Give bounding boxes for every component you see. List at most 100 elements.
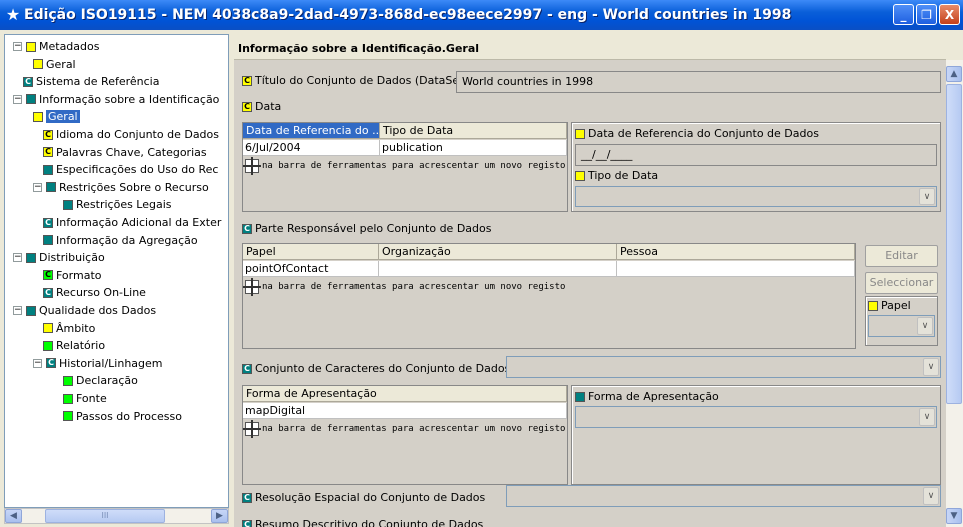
teal-node-icon (63, 199, 73, 210)
table-cell[interactable]: publication (380, 140, 567, 156)
tree-item-label: Informação sobre a Identificação (39, 92, 220, 106)
hint-text: na barra de ferramentas para acrescentar… (262, 424, 566, 434)
teal-node-icon (46, 182, 56, 193)
vertical-scroll-thumb[interactable] (946, 84, 962, 404)
scroll-up-icon[interactable]: ▲ (946, 66, 962, 82)
caracteres-label: Conjunto de Caracteres do Conjunto de Da… (255, 362, 511, 375)
table-cell[interactable]: pointOfContact (243, 261, 379, 277)
scroll-down-icon[interactable]: ▼ (946, 508, 962, 524)
tree-item[interactable]: − Distribuição (13, 249, 105, 266)
teal-node-icon (26, 94, 36, 105)
tipo-data-select[interactable]: ∨ (575, 186, 937, 207)
papel-label-row: Papel (868, 299, 911, 312)
data-ref-field[interactable]: __/__/____ (575, 144, 937, 166)
minimize-button[interactable]: _ (893, 4, 914, 25)
table-cell[interactable]: mapDigital (243, 403, 567, 419)
parte-table[interactable]: Papel Organização Pessoa pointOfContact … (242, 243, 856, 349)
window-title: Edição ISO19115 - NEM 4038c8a9-2dad-4973… (24, 7, 792, 23)
tree-item[interactable]: Âmbito (43, 320, 95, 337)
col-forma[interactable]: Forma de Apresentação (243, 386, 567, 402)
c-icon: C (242, 75, 252, 86)
collapse-icon[interactable]: − (33, 182, 42, 192)
tree-item-label: Informação Adicional da Exter (56, 216, 222, 229)
scroll-thumb[interactable]: III (45, 509, 165, 523)
teal-c-node-icon: C (46, 358, 56, 369)
tree-item[interactable]: C Informação Adicional da Exter (43, 214, 221, 231)
tree-item-label: Historial/Linhagem (59, 356, 163, 370)
vertical-scrollbar[interactable]: ▲ ▼ (946, 60, 963, 527)
tree-item[interactable]: C Sistema de Referência (23, 73, 159, 90)
collapse-icon[interactable]: − (13, 306, 22, 315)
resolucao-select[interactable]: ∨ (506, 485, 941, 507)
form-content: C Título do Conjunto de Dados (DataSet) … (234, 60, 946, 527)
add-record-hint: na barra de ferramentas para acrescentar… (243, 278, 565, 296)
forma-select[interactable]: ∨ (575, 406, 937, 428)
tree-item-label: Formato (56, 268, 102, 282)
tree-item[interactable]: − Informação sobre a Identificação (13, 91, 219, 108)
tree-item[interactable]: Fonte (63, 390, 107, 407)
tree-item[interactable]: − C Historial/Linhagem (33, 355, 163, 372)
collapse-icon[interactable]: − (13, 42, 22, 51)
caracteres-select[interactable]: ∨ (506, 356, 941, 378)
tree-item[interactable]: C Recurso On-Line (43, 284, 146, 301)
tree-item[interactable]: Relatório (43, 337, 105, 354)
chevron-down-icon[interactable]: ∨ (923, 358, 939, 376)
collapse-icon[interactable]: − (13, 253, 22, 263)
collapse-icon[interactable]: − (13, 94, 22, 104)
data-table[interactable]: Data de Referencia do ... Tipo de Data 6… (242, 122, 568, 212)
tree-item[interactable]: Declaração (63, 372, 138, 389)
caracteres-label-row: C Conjunto de Caracteres do Conjunto de … (242, 362, 510, 375)
tree-item[interactable]: C Idioma do Conjunto de Dados (43, 126, 219, 143)
tree-item[interactable]: C Formato (43, 267, 102, 284)
table-cell[interactable]: 6/Jul/2004 (243, 140, 380, 156)
forma-label-row: Forma de Apresentação (575, 390, 719, 403)
tree-item-label: Especificações do Uso do Rec (56, 163, 219, 177)
table-cell[interactable] (617, 261, 855, 277)
tree-item[interactable]: − Metadados (13, 38, 99, 55)
tree-item[interactable]: − Qualidade dos Dados (13, 302, 156, 319)
data-ref-group: Data de Referencia do Conjunto de Dados … (571, 122, 941, 212)
chevron-down-icon[interactable]: ∨ (919, 188, 935, 205)
tree-item[interactable]: Passos do Processo (63, 408, 182, 425)
tree-item[interactable]: − Restrições Sobre o Recurso (33, 179, 209, 196)
chevron-down-icon[interactable]: ∨ (917, 317, 933, 335)
forma-table[interactable]: Forma de Apresentação mapDigital na barr… (242, 385, 568, 485)
chevron-down-icon[interactable]: ∨ (919, 408, 935, 426)
tree-item-label: Relatório (56, 339, 106, 353)
metadata-tree[interactable]: − Metadados Geral C Sistema de Referência − In… (4, 34, 229, 508)
resolucao-label: Resolução Espacial do Conjunto de Dados (255, 491, 486, 504)
titulo-field[interactable]: World countries in 1998 (456, 71, 941, 93)
panel-header: Informação sobre a Identificação.Geral (234, 36, 946, 60)
scroll-right-icon[interactable]: ▶ (211, 509, 228, 523)
close-button[interactable]: X (939, 4, 960, 25)
scroll-left-icon[interactable]: ◀ (5, 509, 22, 523)
tree-item[interactable]: C Palavras Chave, Categorias (43, 144, 207, 161)
tree-item[interactable]: Geral (33, 108, 80, 125)
col-papel[interactable]: Papel (243, 244, 379, 260)
seleccionar-button[interactable]: Seleccionar (865, 272, 938, 294)
tree-item[interactable]: Geral (33, 56, 76, 73)
col-pessoa[interactable]: Pessoa (617, 244, 855, 260)
papel-label: Papel (881, 299, 911, 312)
teal-c-node-icon: C (23, 76, 33, 87)
col-data-referencia[interactable]: Data de Referencia do ... (243, 123, 380, 139)
tree-item-label: Qualidade dos Dados (39, 304, 157, 317)
papel-select[interactable]: ∨ (868, 315, 935, 337)
table-cell[interactable] (379, 261, 617, 277)
tree-item[interactable]: Especificações do Uso do Rec (43, 161, 218, 178)
col-organizacao[interactable]: Organização (379, 244, 617, 260)
hint-text: na barra de ferramentas para acrescentar… (262, 161, 566, 171)
tree-item[interactable]: Restrições Legais (63, 196, 172, 213)
editar-button[interactable]: Editar (865, 245, 938, 267)
restore-button[interactable]: ❐ (916, 4, 937, 25)
teal-c-node-icon: C (43, 217, 53, 228)
tree-item-label: Âmbito (56, 321, 96, 335)
tree-horizontal-scrollbar[interactable]: ◀ III ▶ (4, 508, 229, 524)
col-tipo-data[interactable]: Tipo de Data (380, 123, 567, 139)
collapse-icon[interactable]: − (33, 358, 42, 368)
tipo-data-label-row: Tipo de Data (575, 169, 658, 182)
yellow-square-icon (575, 170, 585, 181)
tree-item[interactable]: Informação da Agregação (43, 232, 198, 249)
chevron-down-icon[interactable]: ∨ (923, 487, 939, 505)
c-icon: C (242, 223, 252, 234)
